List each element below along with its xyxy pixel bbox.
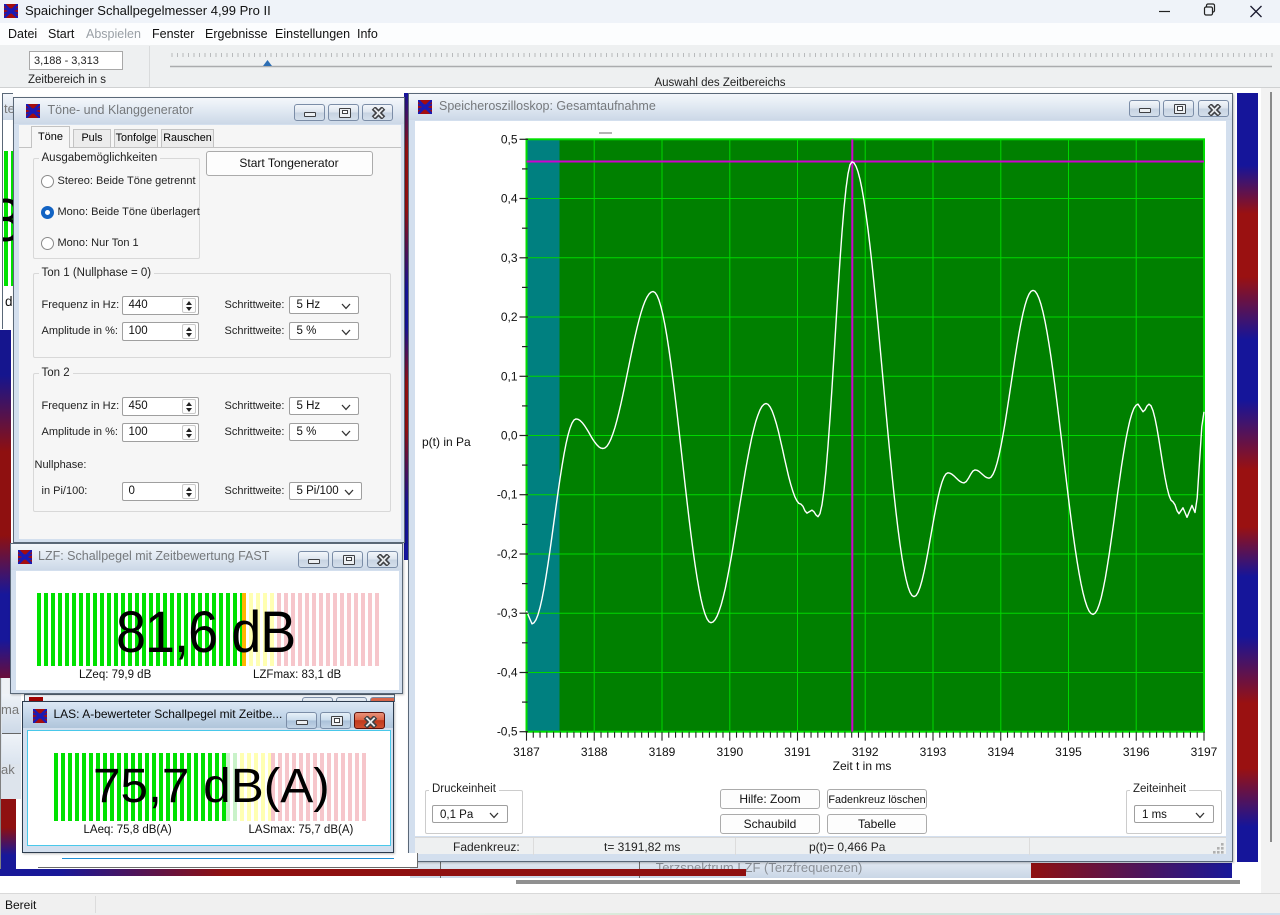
svg-text:3192: 3192 <box>852 745 879 759</box>
svg-text:3193: 3193 <box>920 745 947 759</box>
svg-text:-0,3: -0,3 <box>497 606 518 620</box>
svg-text:0,5: 0,5 <box>501 132 518 146</box>
svg-text:0,4: 0,4 <box>501 192 518 206</box>
svg-text:p(t) in Pa: p(t) in Pa <box>422 435 471 449</box>
svg-text:3197: 3197 <box>1191 745 1218 759</box>
svg-text:0,0: 0,0 <box>501 429 518 443</box>
svg-text:3189: 3189 <box>649 745 676 759</box>
svg-text:3196: 3196 <box>1123 745 1150 759</box>
svg-text:Zeit t in ms: Zeit t in ms <box>833 759 892 773</box>
svg-text:0,2: 0,2 <box>501 310 518 324</box>
svg-text:-0,5: -0,5 <box>497 725 518 739</box>
svg-text:-0,4: -0,4 <box>497 666 518 680</box>
svg-text:-0,2: -0,2 <box>497 547 518 561</box>
svg-text:3194: 3194 <box>987 745 1014 759</box>
svg-text:3190: 3190 <box>716 745 743 759</box>
svg-text:3188: 3188 <box>581 745 608 759</box>
svg-text:3191: 3191 <box>784 745 811 759</box>
svg-text:3195: 3195 <box>1055 745 1082 759</box>
svg-text:0,3: 0,3 <box>501 251 518 265</box>
svg-text:-0,1: -0,1 <box>497 488 518 502</box>
svg-text:0,1: 0,1 <box>501 369 518 383</box>
svg-text:3187: 3187 <box>513 745 540 759</box>
